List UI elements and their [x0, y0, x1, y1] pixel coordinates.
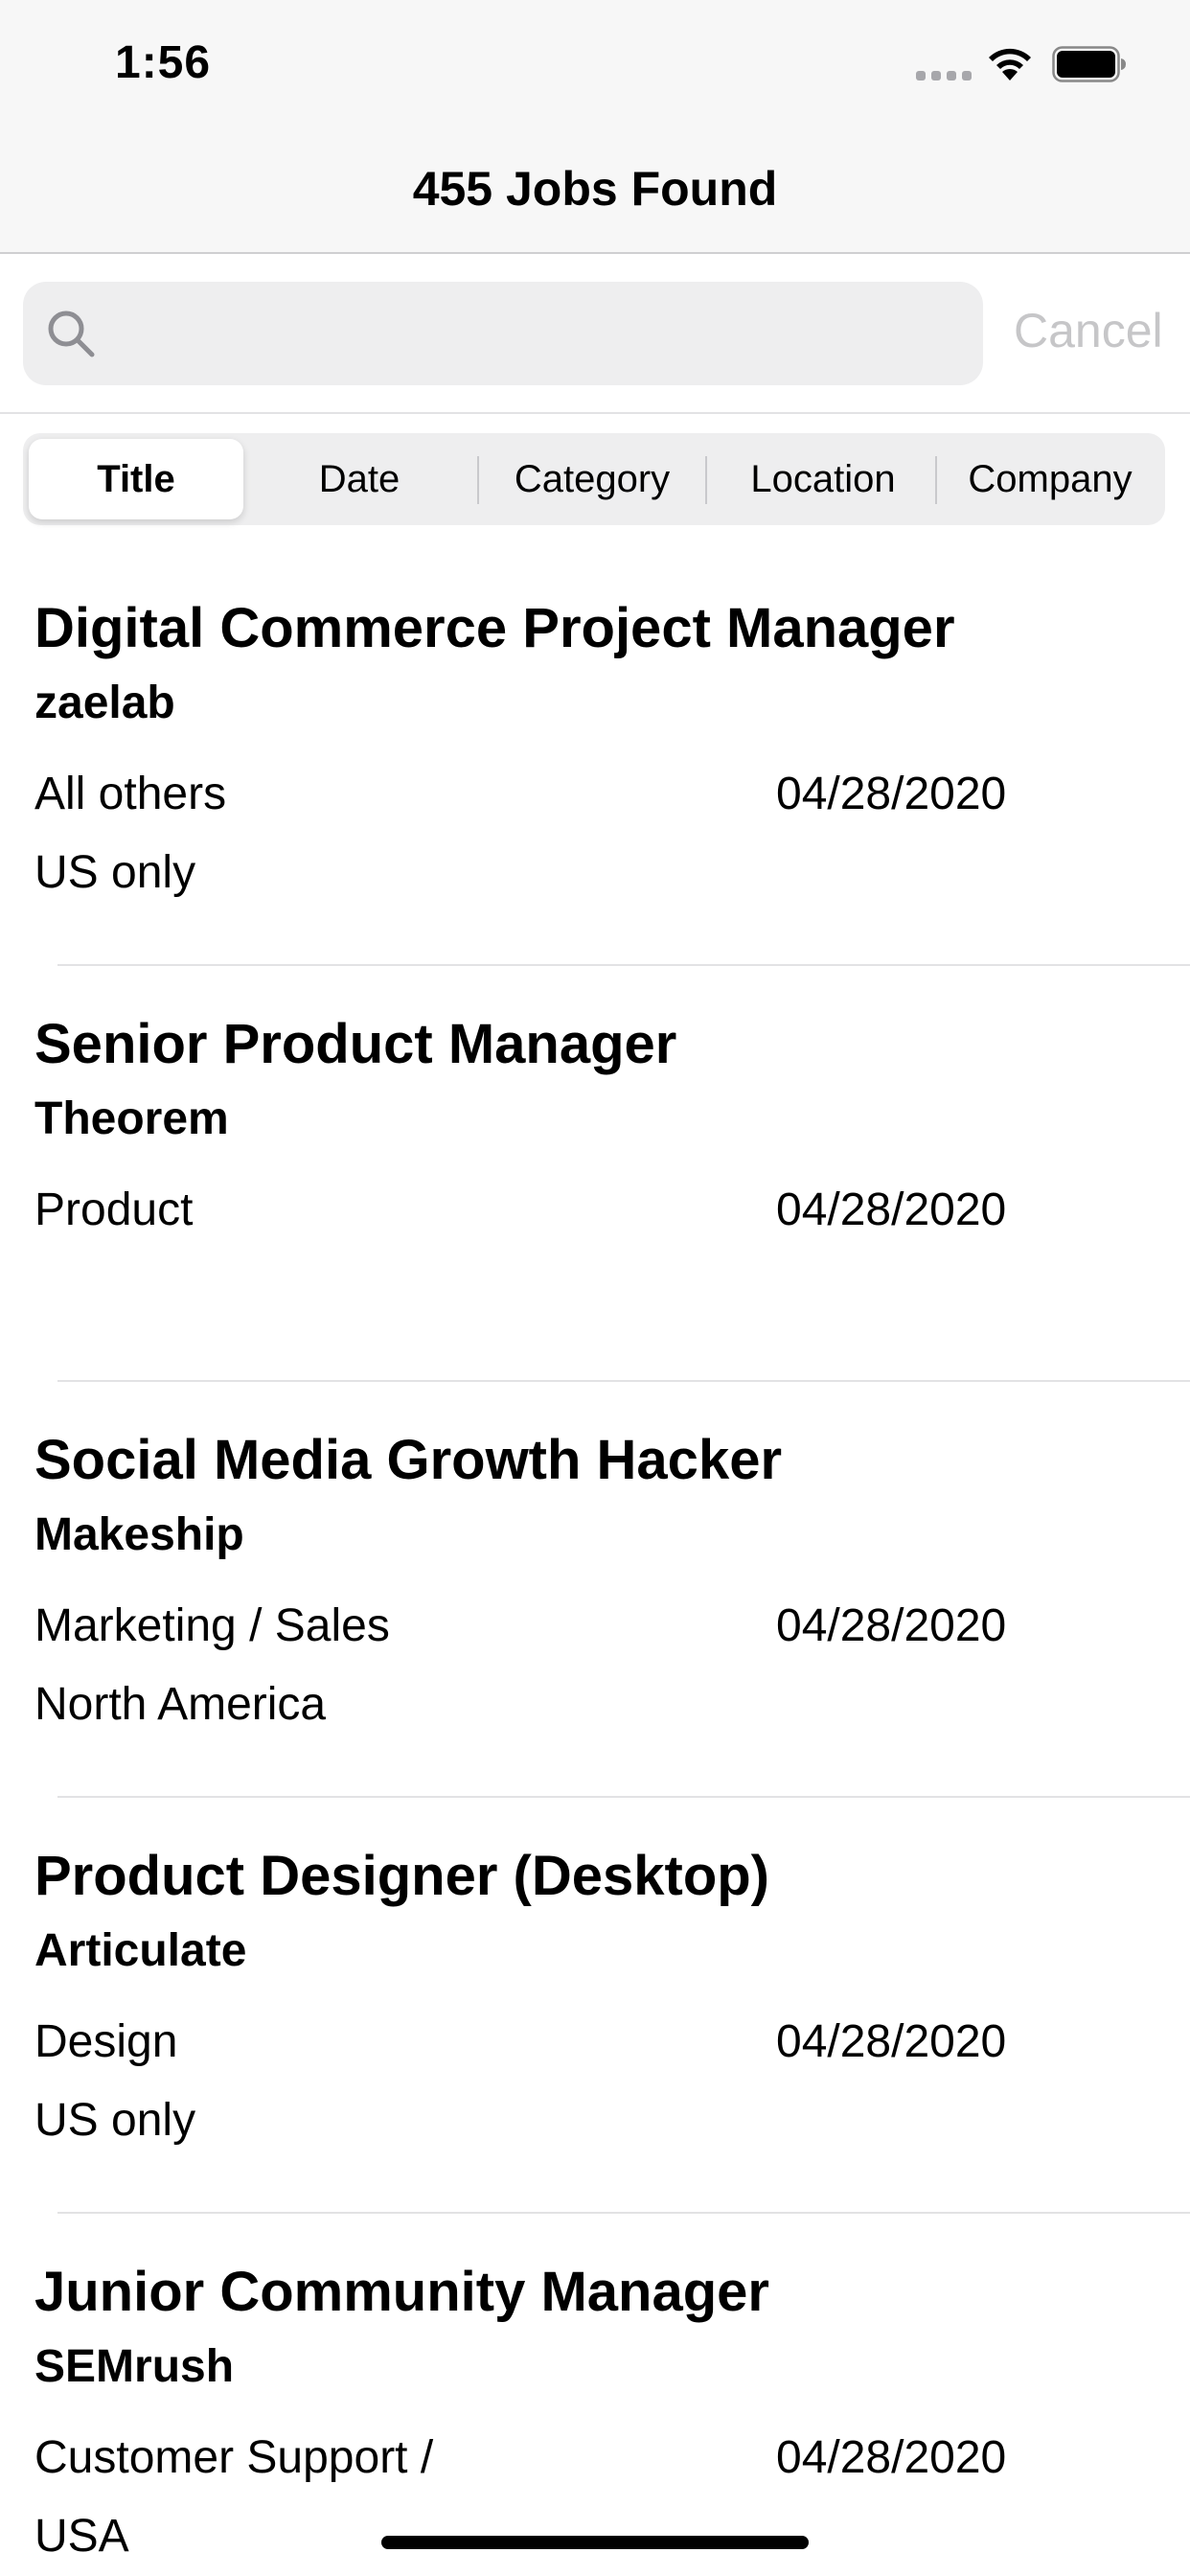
job-row[interactable]: Junior Community Manager SEMrush Custome…: [0, 2214, 1190, 2576]
job-company: Makeship: [34, 1509, 244, 1560]
job-title: Digital Commerce Project Manager: [34, 597, 955, 659]
search-field[interactable]: [23, 282, 983, 385]
segment-date[interactable]: Date: [249, 433, 469, 525]
job-category: Customer Support /: [34, 2432, 434, 2483]
job-title: Product Designer (Desktop): [34, 1845, 769, 1907]
job-location: USA: [34, 2511, 129, 2562]
cancel-button[interactable]: Cancel: [1014, 303, 1163, 358]
job-category: Design: [34, 2016, 178, 2067]
wifi-icon: [989, 48, 1031, 80]
home-indicator: [381, 2536, 809, 2549]
search-icon: [48, 310, 95, 357]
battery-icon: [1052, 46, 1126, 82]
job-category: Product: [34, 1184, 194, 1235]
segment-company[interactable]: Company: [939, 433, 1161, 525]
cellular-signal-icon: [916, 71, 972, 80]
job-row[interactable]: Product Designer (Desktop) Articulate De…: [0, 1798, 1190, 2214]
segment-location[interactable]: Location: [709, 433, 937, 525]
job-title: Junior Community Manager: [34, 2261, 769, 2323]
status-time: 1:56: [115, 37, 212, 88]
divider: [0, 412, 1190, 414]
job-location: North America: [34, 1679, 327, 1730]
job-date: 04/28/2020: [776, 1184, 1007, 1235]
job-location: US only: [34, 2095, 196, 2146]
job-row[interactable]: Social Media Growth Hacker Makeship Mark…: [0, 1382, 1190, 1798]
nav-title: 455 Jobs Found: [412, 162, 778, 216]
segment-title[interactable]: Title: [29, 439, 243, 519]
search-input[interactable]: [111, 282, 954, 385]
job-company: SEMrush: [34, 2341, 235, 2392]
screen: 1:56 455 Jobs Found Cancel Title Date Ca…: [0, 0, 1190, 2576]
job-company: zaelab: [34, 678, 175, 728]
job-date: 04/28/2020: [776, 2432, 1007, 2483]
job-company: Theorem: [34, 1093, 229, 1144]
job-date: 04/28/2020: [776, 2016, 1007, 2067]
job-date: 04/28/2020: [776, 1600, 1007, 1651]
job-title: Social Media Growth Hacker: [34, 1429, 783, 1491]
segment-separator: [705, 456, 707, 504]
job-category: All others: [34, 769, 227, 819]
segment-separator: [935, 456, 937, 504]
job-company: Articulate: [34, 1925, 247, 1976]
job-location: US only: [34, 847, 196, 898]
header: 1:56 455 Jobs Found: [0, 0, 1190, 254]
job-title: Senior Product Manager: [34, 1013, 677, 1075]
job-row[interactable]: Senior Product Manager Theorem Product 0…: [0, 966, 1190, 1382]
sort-segmented-control: Title Date Category Location Company: [23, 433, 1165, 525]
job-category: Marketing / Sales: [34, 1600, 390, 1651]
job-date: 04/28/2020: [776, 769, 1007, 819]
segment-category[interactable]: Category: [481, 433, 703, 525]
segment-separator: [477, 456, 479, 504]
job-row[interactable]: Digital Commerce Project Manager zaelab …: [0, 550, 1190, 966]
